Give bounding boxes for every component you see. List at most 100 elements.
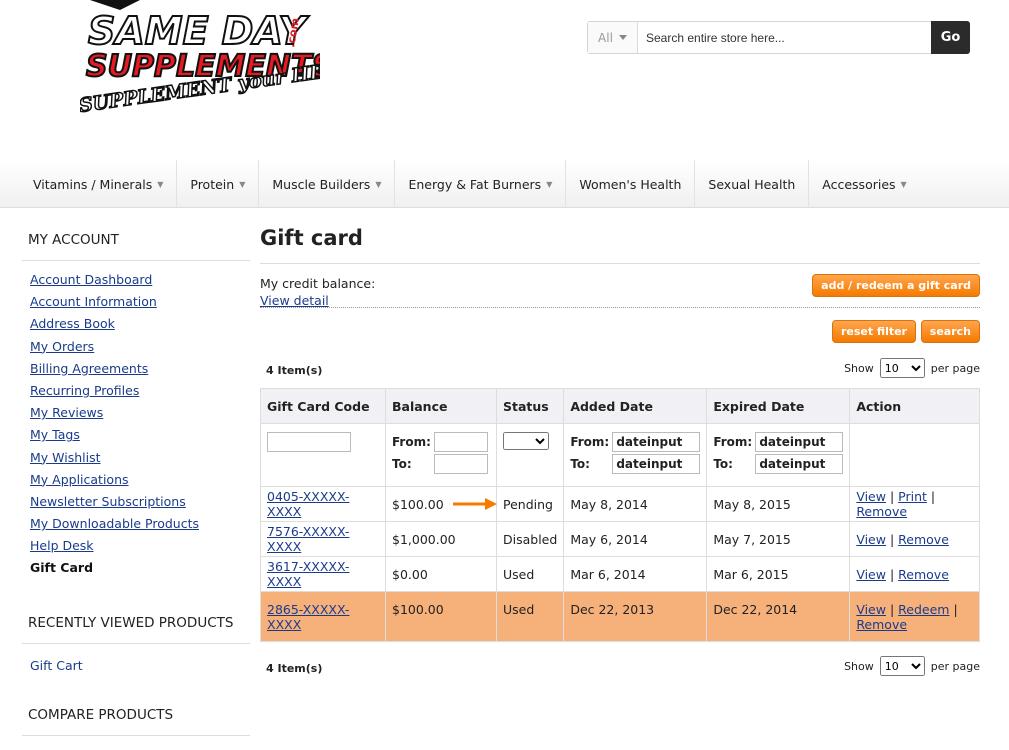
col-added-date[interactable]: Added Date — [563, 388, 708, 424]
remove-link[interactable]: Remove — [856, 617, 907, 632]
sidebar-link-reviews[interactable]: My Reviews — [30, 405, 103, 420]
sidebar-link-orders[interactable]: My Orders — [30, 339, 94, 354]
view-link[interactable]: View — [856, 602, 886, 617]
site-header: SAME DAY SUPPLEMENTS .com SUPPLEMENT you… — [0, 0, 1009, 160]
search-input[interactable] — [638, 22, 931, 53]
per-page-control: Show 10 per page — [844, 358, 980, 378]
cell-balance: $1,000.00 — [385, 521, 497, 557]
bottom-pager: 4 Item(s) Show 10 per page — [260, 650, 980, 686]
cell-status: Disabled — [495, 521, 565, 557]
nav-label: Sexual Health — [708, 176, 796, 192]
from-label: From: — [570, 435, 610, 449]
sidebar-link-newsletter[interactable]: Newsletter Subscriptions — [30, 494, 186, 509]
remove-link[interactable]: Remove — [856, 504, 907, 519]
gift-card-code-link[interactable]: 0405-XXXXX-XXXX — [267, 489, 349, 519]
sidebar-link-tags[interactable]: My Tags — [30, 427, 80, 442]
cell-status: Pending — [453, 486, 565, 522]
balance-to-input[interactable] — [434, 454, 488, 474]
sidebar-title-compare: COMPARE PRODUCTS — [22, 697, 250, 736]
cell-code: 3617-XXXXX-XXXX — [260, 556, 386, 592]
status-filter-select[interactable] — [503, 432, 549, 450]
sidebar-item: Gift Card — [30, 560, 250, 582]
sidebar-link-recurring[interactable]: Recurring Profiles — [30, 383, 139, 398]
col-expired-date[interactable]: Expired Date — [706, 388, 851, 424]
remove-link[interactable]: Remove — [898, 532, 949, 547]
add-redeem-gift-card-button[interactable]: add / redeem a gift card — [812, 274, 980, 297]
nav-label: Muscle Builders — [272, 176, 371, 192]
nav-item-protein[interactable]: Protein ▼ — [177, 160, 260, 208]
item-count: 4 Item(s) — [266, 662, 323, 675]
to-label: To: — [713, 457, 733, 471]
sidebar-link-billing[interactable]: Billing Agreements — [30, 361, 148, 376]
sidebar-link-applications[interactable]: My Applications — [30, 472, 129, 487]
filter-cell — [260, 423, 386, 487]
table-row-highlighted: 2865-XXXXX-XXXX $100.00 Used Dec 22, 201… — [260, 591, 980, 642]
sidebar-title-recently-viewed: RECENTLY VIEWED PRODUCTS — [22, 605, 250, 644]
cell-action: View | Remove — [849, 521, 980, 557]
arrow-right-icon — [453, 498, 497, 510]
gift-card-code-link[interactable]: 3617-XXXXX-XXXX — [267, 559, 349, 589]
credit-balance-row: My credit balance: View detail add / red… — [260, 264, 980, 308]
view-link[interactable]: View — [856, 567, 886, 582]
view-link[interactable]: View — [856, 489, 886, 504]
balance-from-input[interactable] — [434, 432, 488, 452]
cell-added-date: Dec 22, 2013 — [563, 591, 708, 642]
col-balance[interactable]: Balance — [385, 388, 497, 424]
balance-filter: From: To: — [392, 432, 490, 474]
code-filter-input[interactable] — [267, 432, 351, 452]
cell-expired-date: May 7, 2015 — [706, 521, 851, 557]
to-label: To: — [392, 457, 412, 471]
expired-to-input[interactable] — [755, 454, 844, 474]
sidebar-link-dashboard[interactable]: Account Dashboard — [30, 272, 152, 287]
cell-added-date: May 6, 2014 — [563, 521, 708, 557]
nav-item-vitamins[interactable]: Vitamins / Minerals ▼ — [20, 160, 178, 208]
sidebar-link-wishlist[interactable]: My Wishlist — [30, 450, 101, 465]
status-text: Pending — [503, 496, 553, 512]
sidebar-title-my-account: MY ACCOUNT — [22, 222, 250, 261]
added-from-input[interactable] — [612, 432, 701, 452]
search-category-select[interactable]: All — [588, 22, 638, 53]
added-date-filter: From: To: — [570, 432, 701, 474]
from-label: From: — [713, 435, 753, 449]
reset-filter-button[interactable]: reset filter — [831, 320, 916, 343]
redeem-link[interactable]: Redeem — [898, 602, 949, 617]
recent-product-link[interactable]: Gift Cart — [22, 644, 250, 673]
site-logo[interactable]: SAME DAY SUPPLEMENTS .com SUPPLEMENT you… — [80, 0, 320, 135]
sidebar-link-account-info[interactable]: Account Information — [30, 294, 157, 309]
expired-from-input[interactable] — [755, 432, 844, 452]
col-gift-card-code[interactable]: Gift Card Code — [260, 388, 386, 424]
to-label: To: — [570, 457, 590, 471]
nav-item-energy[interactable]: Energy & Fat Burners ▼ — [395, 160, 567, 208]
per-page-select[interactable]: 10 — [879, 656, 925, 676]
cell-status: Used — [495, 556, 565, 592]
per-page-select[interactable]: 10 — [879, 358, 925, 378]
remove-link[interactable]: Remove — [898, 567, 949, 582]
page-title: Gift card — [260, 226, 980, 264]
sidebar-item: Help Desk — [30, 538, 250, 560]
nav-item-sexual-health[interactable]: Sexual Health — [695, 160, 810, 208]
nav-item-womens-health[interactable]: Women's Health — [566, 160, 696, 208]
cell-added-date: May 8, 2014 — [563, 486, 708, 522]
sidebar-link-help-desk[interactable]: Help Desk — [30, 538, 94, 553]
cell-expired-date: May 8, 2015 — [706, 486, 851, 522]
search-go-button[interactable]: Go — [931, 21, 970, 54]
cell-code: 0405-XXXXX-XXXX — [260, 486, 386, 522]
view-link[interactable]: View — [856, 532, 886, 547]
per-page-label: per page — [930, 361, 980, 375]
item-count: 4 Item(s) — [266, 364, 323, 377]
sidebar-link-downloadable[interactable]: My Downloadable Products — [30, 516, 199, 531]
gift-card-code-link[interactable]: 2865-XXXXX-XXXX — [267, 602, 349, 632]
view-detail-link[interactable]: View detail — [260, 293, 329, 308]
top-pager: 4 Item(s) Show 10 per page — [260, 352, 980, 388]
search-button[interactable]: search — [920, 320, 980, 343]
cell-code: 2865-XXXXX-XXXX — [260, 591, 386, 642]
print-link[interactable]: Print — [898, 489, 927, 504]
caret-down-icon — [618, 35, 627, 40]
nav-item-muscle-builders[interactable]: Muscle Builders ▼ — [259, 160, 396, 208]
gift-card-code-link[interactable]: 7576-XXXXX-XXXX — [267, 524, 349, 554]
col-status[interactable]: Status — [495, 388, 565, 424]
compare-empty-text: You have no items to compare. — [22, 736, 250, 750]
nav-item-accessories[interactable]: Accessories ▼ — [809, 160, 919, 208]
added-to-input[interactable] — [612, 454, 701, 474]
sidebar-link-address-book[interactable]: Address Book — [30, 316, 115, 331]
